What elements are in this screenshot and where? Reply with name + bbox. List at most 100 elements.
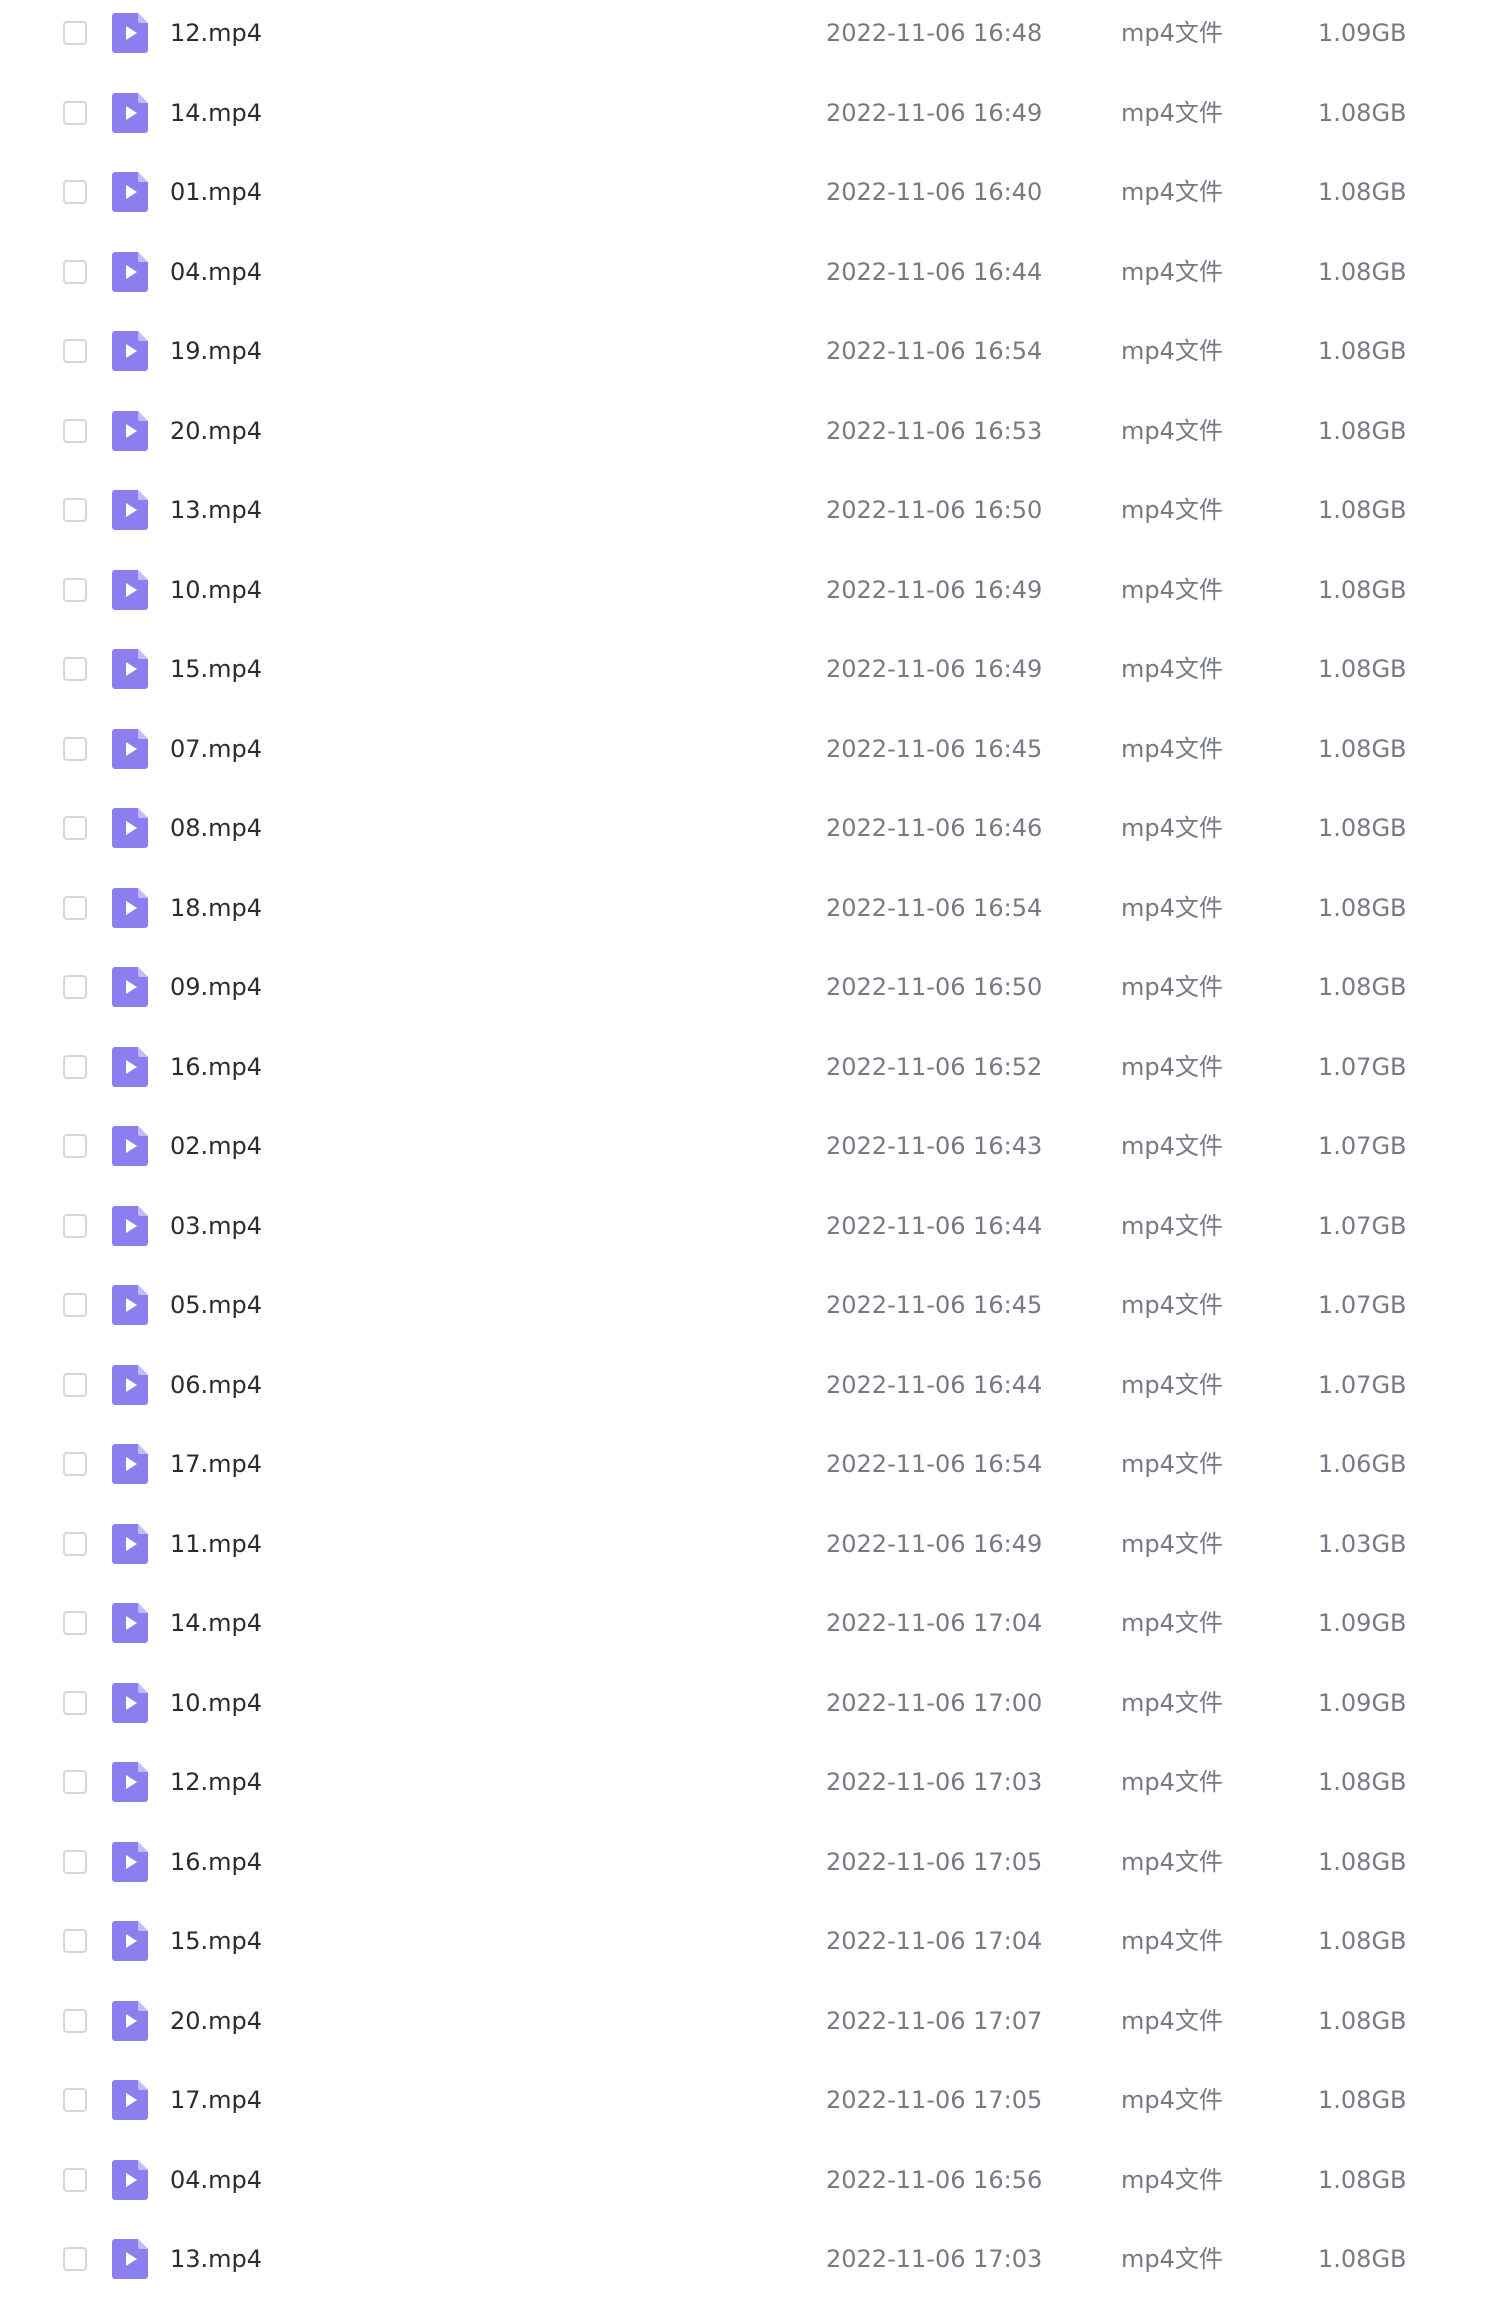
file-row[interactable]: 12.mp4 2022-11-06 17:03 mp4文件 1.08GB (0, 1749, 1500, 1828)
file-name[interactable]: 15.mp4 (170, 636, 262, 702)
file-name[interactable]: 12.mp4 (170, 0, 262, 66)
row-checkbox[interactable] (63, 1134, 87, 1158)
video-file-icon[interactable] (112, 2000, 148, 2041)
file-name[interactable]: 04.mp4 (170, 239, 262, 305)
file-row[interactable]: 16.mp4 2022-11-06 17:05 mp4文件 1.08GB (0, 1829, 1500, 1908)
video-file-icon[interactable] (112, 1841, 148, 1882)
file-row[interactable]: 17.mp4 2022-11-06 16:54 mp4文件 1.06GB (0, 1431, 1500, 1510)
file-row[interactable]: 18.mp4 2022-11-06 16:54 mp4文件 1.08GB (0, 875, 1500, 954)
video-file-icon[interactable] (112, 92, 148, 133)
file-name[interactable]: 11.mp4 (170, 1511, 262, 1577)
file-name[interactable]: 16.mp4 (170, 1829, 262, 1895)
file-name[interactable]: 09.mp4 (170, 954, 262, 1020)
file-name[interactable]: 12.mp4 (170, 1749, 262, 1815)
video-file-icon[interactable] (112, 1603, 148, 1643)
row-checkbox[interactable] (63, 1929, 87, 1953)
file-name[interactable]: 06.mp4 (170, 1352, 262, 1418)
file-name[interactable]: 03.mp4 (170, 1193, 262, 1259)
file-row[interactable]: 20.mp4 2022-11-06 17:07 mp4文件 1.08GB (0, 1988, 1500, 2067)
row-checkbox[interactable] (63, 816, 87, 840)
file-row[interactable]: 07.mp4 2022-11-06 16:45 mp4文件 1.08GB (0, 716, 1500, 795)
row-checkbox[interactable] (63, 1452, 87, 1476)
file-name[interactable]: 16.mp4 (170, 1034, 262, 1100)
row-checkbox[interactable] (63, 1690, 87, 1715)
video-file-icon[interactable] (112, 1126, 148, 1166)
file-row[interactable]: 10.mp4 2022-11-06 17:00 mp4文件 1.09GB (0, 1670, 1500, 1749)
row-checkbox[interactable] (63, 736, 87, 761)
file-row[interactable]: 19.mp4 2022-11-06 16:54 mp4文件 1.08GB (0, 318, 1500, 397)
file-name[interactable]: 14.mp4 (170, 80, 262, 146)
file-row[interactable]: 17.mp4 2022-11-06 17:05 mp4文件 1.08GB (0, 2067, 1500, 2146)
file-row[interactable]: 13.mp4 2022-11-06 17:03 mp4文件 1.08GB (0, 2226, 1500, 2305)
file-row[interactable]: 08.mp4 2022-11-06 16:46 mp4文件 1.08GB (0, 795, 1500, 874)
file-row[interactable]: 14.mp4 2022-11-06 16:49 mp4文件 1.08GB (0, 80, 1500, 159)
video-file-icon[interactable] (112, 569, 148, 610)
video-file-icon[interactable] (112, 251, 148, 292)
file-row[interactable]: 04.mp4 2022-11-06 16:56 mp4文件 1.08GB (0, 2147, 1500, 2226)
file-name[interactable]: 17.mp4 (170, 2067, 262, 2133)
file-name[interactable]: 17.mp4 (170, 1431, 262, 1497)
file-row[interactable]: 11.mp4 2022-11-06 16:49 mp4文件 1.03GB (0, 1511, 1500, 1590)
video-file-icon[interactable] (112, 887, 148, 928)
row-checkbox[interactable] (63, 577, 87, 602)
video-file-icon[interactable] (112, 728, 148, 769)
row-checkbox[interactable] (63, 1213, 87, 1238)
row-checkbox[interactable] (63, 498, 87, 522)
file-name[interactable]: 01.mp4 (170, 159, 262, 225)
file-name[interactable]: 15.mp4 (170, 1908, 262, 1974)
row-checkbox[interactable] (63, 1770, 87, 1794)
file-row[interactable]: 15.mp4 2022-11-06 17:04 mp4文件 1.08GB (0, 1908, 1500, 1987)
row-checkbox[interactable] (63, 1849, 87, 1874)
video-file-icon[interactable] (112, 1364, 148, 1405)
row-checkbox[interactable] (63, 339, 87, 363)
row-checkbox[interactable] (63, 1372, 87, 1397)
row-checkbox[interactable] (63, 657, 87, 681)
file-row[interactable]: 05.mp4 2022-11-06 16:45 mp4文件 1.07GB (0, 1272, 1500, 1351)
file-name[interactable]: 13.mp4 (170, 477, 262, 543)
video-file-icon[interactable] (112, 1046, 148, 1087)
file-row[interactable]: 02.mp4 2022-11-06 16:43 mp4文件 1.07GB (0, 1113, 1500, 1192)
video-file-icon[interactable] (112, 1523, 148, 1564)
row-checkbox[interactable] (63, 1054, 87, 1079)
video-file-icon[interactable] (112, 1444, 148, 1484)
video-file-icon[interactable] (112, 13, 148, 53)
file-name[interactable]: 19.mp4 (170, 318, 262, 384)
row-checkbox[interactable] (63, 21, 87, 45)
video-file-icon[interactable] (112, 410, 148, 451)
file-name[interactable]: 14.mp4 (170, 1590, 262, 1656)
video-file-icon[interactable] (112, 331, 148, 371)
file-row[interactable]: 15.mp4 2022-11-06 16:49 mp4文件 1.08GB (0, 636, 1500, 715)
video-file-icon[interactable] (112, 967, 148, 1007)
video-file-icon[interactable] (112, 2239, 148, 2279)
video-file-icon[interactable] (112, 1762, 148, 1802)
file-name[interactable]: 20.mp4 (170, 398, 262, 464)
file-name[interactable]: 20.mp4 (170, 1988, 262, 2054)
row-checkbox[interactable] (63, 1531, 87, 1556)
video-file-icon[interactable] (112, 172, 148, 212)
video-file-icon[interactable] (112, 490, 148, 530)
video-file-icon[interactable] (112, 808, 148, 848)
file-row[interactable]: 20.mp4 2022-11-06 16:53 mp4文件 1.08GB (0, 398, 1500, 477)
video-file-icon[interactable] (112, 1205, 148, 1246)
file-row[interactable]: 01.mp4 2022-11-06 16:40 mp4文件 1.08GB (0, 159, 1500, 238)
file-row[interactable]: 16.mp4 2022-11-06 16:52 mp4文件 1.07GB (0, 1034, 1500, 1113)
row-checkbox[interactable] (63, 2008, 87, 2033)
file-row[interactable]: 10.mp4 2022-11-06 16:49 mp4文件 1.08GB (0, 557, 1500, 636)
row-checkbox[interactable] (63, 2088, 87, 2112)
row-checkbox[interactable] (63, 895, 87, 920)
file-name[interactable]: 04.mp4 (170, 2147, 262, 2213)
row-checkbox[interactable] (63, 180, 87, 204)
file-name[interactable]: 02.mp4 (170, 1113, 262, 1179)
file-name[interactable]: 13.mp4 (170, 2226, 262, 2292)
row-checkbox[interactable] (63, 975, 87, 999)
file-name[interactable]: 07.mp4 (170, 716, 262, 782)
file-row[interactable]: 03.mp4 2022-11-06 16:44 mp4文件 1.07GB (0, 1193, 1500, 1272)
file-name[interactable]: 08.mp4 (170, 795, 262, 861)
file-name[interactable]: 18.mp4 (170, 875, 262, 941)
video-file-icon[interactable] (112, 1682, 148, 1723)
file-name[interactable]: 10.mp4 (170, 1670, 262, 1736)
video-file-icon[interactable] (112, 649, 148, 689)
video-file-icon[interactable] (112, 1921, 148, 1961)
file-name[interactable]: 10.mp4 (170, 557, 262, 623)
file-row[interactable]: 06.mp4 2022-11-06 16:44 mp4文件 1.07GB (0, 1352, 1500, 1431)
